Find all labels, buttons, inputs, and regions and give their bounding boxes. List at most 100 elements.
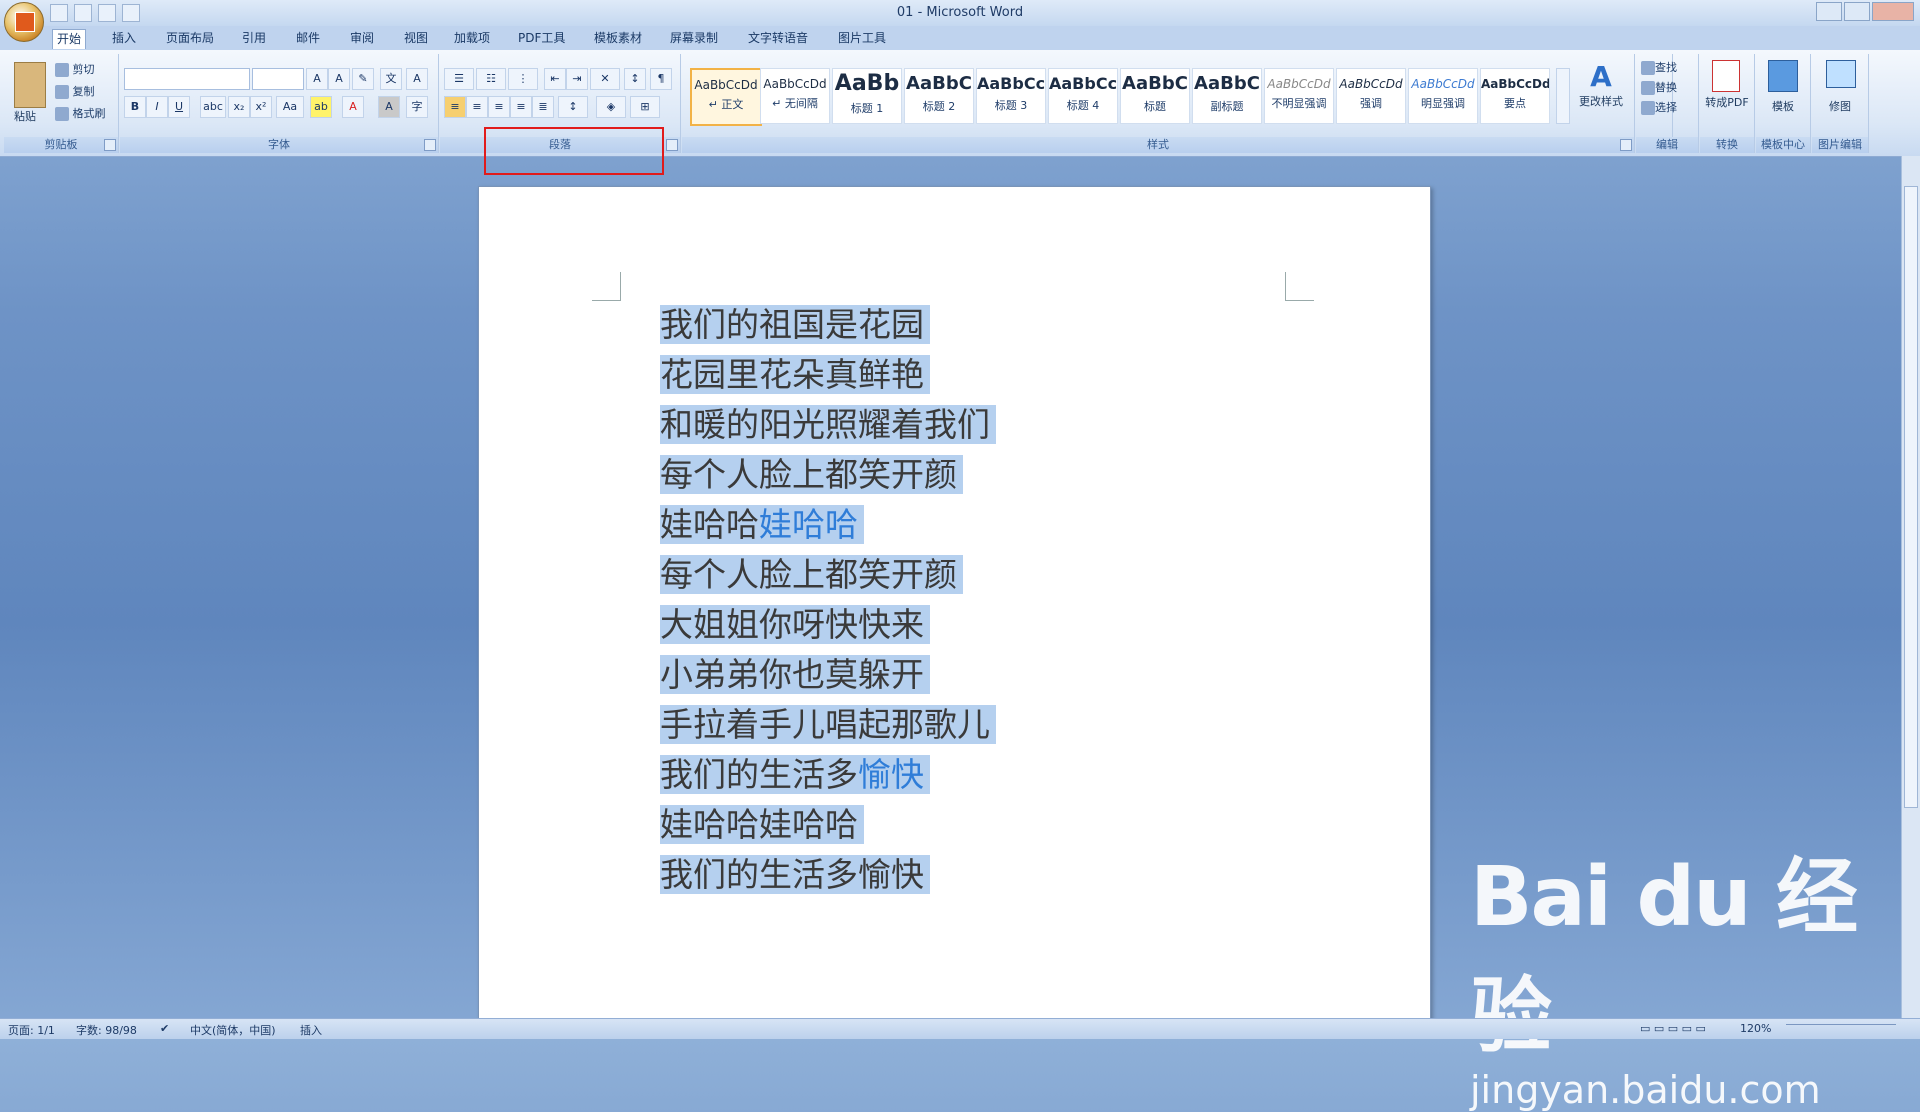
tab-pdf-tools[interactable]: PDF工具 xyxy=(514,29,569,48)
zoom-slider[interactable] xyxy=(1786,1024,1896,1035)
proofing-icon[interactable]: ✔ xyxy=(160,1022,169,1035)
tab-template-material[interactable]: 模板素材 xyxy=(590,29,646,48)
cut-button[interactable]: 剪切 xyxy=(54,60,96,80)
tab-picture-tools[interactable]: 图片工具 xyxy=(834,29,890,48)
template-group: 模板 模板中心 xyxy=(1756,54,1811,153)
subscript-button[interactable]: x₂ xyxy=(228,96,250,118)
maximize-button[interactable] xyxy=(1844,2,1870,21)
style-intense-emphasis[interactable]: AaBbCcDd 明显强调 xyxy=(1408,68,1478,124)
replace-label: 替换 xyxy=(1655,81,1677,94)
scrollbar-thumb[interactable] xyxy=(1904,186,1918,808)
chinese-layout-button[interactable]: ✕ xyxy=(590,68,620,90)
tab-insert[interactable]: 插入 xyxy=(108,29,140,48)
change-styles-button[interactable]: A 更改样式 xyxy=(1574,60,1628,109)
style-heading-4[interactable]: AaBbCc 标题 4 xyxy=(1048,68,1118,124)
convert-pdf-button[interactable]: 转成PDF xyxy=(1704,94,1750,110)
retouch-button[interactable]: 修图 xyxy=(1816,98,1864,114)
shading-button[interactable]: ◈ xyxy=(596,96,626,118)
paste-button-label[interactable]: 粘贴 xyxy=(14,108,36,124)
increase-indent-button[interactable]: ⇥ xyxy=(566,68,588,90)
replace-icon xyxy=(1641,81,1655,95)
style-emphasis[interactable]: AaBbCcDd 强调 xyxy=(1336,68,1406,124)
styles-scroll[interactable] xyxy=(1556,68,1570,124)
italic-button[interactable]: I xyxy=(146,96,168,118)
style-heading-1[interactable]: AaBb 标题 1 xyxy=(832,68,902,124)
char-shading-button[interactable]: A xyxy=(378,96,400,118)
paste-icon[interactable] xyxy=(14,62,46,108)
style-strong[interactable]: AaBbCcDd 要点 xyxy=(1480,68,1550,124)
superscript-button[interactable]: x² xyxy=(250,96,272,118)
language-indicator[interactable]: 中文(简体，中国) xyxy=(190,1022,276,1038)
tab-mailings[interactable]: 邮件 xyxy=(292,29,324,48)
font-color-button[interactable]: A xyxy=(342,96,364,118)
show-marks-button[interactable]: ¶ xyxy=(650,68,672,90)
format-painter-button[interactable]: 格式刷 xyxy=(54,104,107,124)
bullets-button[interactable]: ☰ xyxy=(444,68,474,90)
align-right-button[interactable]: ≡ xyxy=(488,96,510,118)
tab-review[interactable]: 审阅 xyxy=(346,29,378,48)
line-spacing-button[interactable]: ↕ xyxy=(558,96,588,118)
tab-view[interactable]: 视图 xyxy=(400,29,432,48)
borders-button[interactable]: ⊞ xyxy=(630,96,660,118)
shrink-font-button[interactable]: A xyxy=(328,68,350,90)
page-count[interactable]: 页面: 1/1 xyxy=(8,1022,55,1038)
clear-format-button[interactable]: ✎ xyxy=(352,68,374,90)
style-heading-2[interactable]: AaBbC 标题 2 xyxy=(904,68,974,124)
grow-font-button[interactable]: A xyxy=(306,68,328,90)
styles-dialog-launcher[interactable] xyxy=(1620,139,1632,151)
tab-home[interactable]: 开始 xyxy=(52,29,87,49)
copy-button[interactable]: 复制 xyxy=(54,82,96,102)
strikethrough-button[interactable]: abc xyxy=(200,96,226,118)
convert-label: 转换 xyxy=(1700,137,1754,153)
paragraph-dialog-launcher[interactable] xyxy=(666,139,678,151)
tab-references[interactable]: 引用 xyxy=(238,29,270,48)
style-subtle-emphasis[interactable]: AaBbCcDd 不明显强调 xyxy=(1264,68,1334,124)
close-button[interactable] xyxy=(1872,2,1914,21)
align-center-button[interactable]: ≡ xyxy=(466,96,488,118)
tab-text-to-speech[interactable]: 文字转语音 xyxy=(744,29,812,48)
style-normal[interactable]: AaBbCcDd ↵ 正文 xyxy=(690,68,762,126)
tab-page-layout[interactable]: 页面布局 xyxy=(162,29,218,48)
view-buttons[interactable]: ▭ ▭ ▭ ▭ ▭ xyxy=(1640,1022,1706,1035)
style-title[interactable]: AaBbC 标题 xyxy=(1120,68,1190,124)
replace-button[interactable]: 替换 xyxy=(1640,78,1678,98)
tab-addins[interactable]: 加载项 xyxy=(450,29,494,48)
char-border-button[interactable]: A xyxy=(406,68,428,90)
font-name-combo[interactable] xyxy=(124,68,250,90)
bold-button[interactable]: B xyxy=(124,96,146,118)
find-button[interactable]: 查找 xyxy=(1640,58,1678,78)
word-count[interactable]: 字数: 98/98 xyxy=(76,1022,137,1038)
pdf-icon[interactable] xyxy=(1712,60,1740,92)
style-subtitle[interactable]: AaBbC 副标题 xyxy=(1192,68,1262,124)
line-text: 娃哈哈 xyxy=(660,505,759,544)
underline-button[interactable]: U xyxy=(168,96,190,118)
template-button[interactable]: 模板 xyxy=(1760,98,1806,114)
numbering-button[interactable]: ☷ xyxy=(476,68,506,90)
tab-screen-record[interactable]: 屏幕录制 xyxy=(666,29,722,48)
style-no-spacing[interactable]: AaBbCcDd ↵ 无间隔 xyxy=(760,68,830,124)
change-case-button[interactable]: Aa xyxy=(276,96,304,118)
sort-button[interactable]: ↕ xyxy=(624,68,646,90)
font-dialog-launcher[interactable] xyxy=(424,139,436,151)
decrease-indent-button[interactable]: ⇤ xyxy=(544,68,566,90)
document-text[interactable]: 我们的祖国是花园 花园里花朵真鲜艳 和暖的阳光照耀着我们 每个人脸上都笑开颜 娃… xyxy=(660,300,996,900)
distributed-button[interactable]: ≣ xyxy=(532,96,554,118)
phonetic-guide-button[interactable]: 文 xyxy=(380,68,402,90)
insert-mode[interactable]: 插入 xyxy=(300,1022,322,1038)
justify-button[interactable]: ≡ xyxy=(510,96,532,118)
font-size-combo[interactable] xyxy=(252,68,304,90)
convert-group: 转成PDF 转换 xyxy=(1700,54,1755,153)
align-left-button[interactable]: ≡ xyxy=(444,96,466,118)
enclose-char-button[interactable]: 字 xyxy=(406,96,428,118)
minimize-button[interactable] xyxy=(1816,2,1842,21)
multilevel-list-button[interactable]: ⋮ xyxy=(508,68,538,90)
select-button[interactable]: 选择 xyxy=(1640,98,1678,118)
clipboard-dialog-launcher[interactable] xyxy=(104,139,116,151)
style-heading-3[interactable]: AaBbCc 标题 3 xyxy=(976,68,1046,124)
style-name: 强调 xyxy=(1360,97,1382,110)
office-button[interactable] xyxy=(4,2,44,42)
zoom-level[interactable]: 120% xyxy=(1740,1022,1771,1035)
picture-icon[interactable] xyxy=(1826,60,1856,88)
highlight-color-button[interactable]: ab xyxy=(310,96,332,118)
template-icon[interactable] xyxy=(1768,60,1798,92)
